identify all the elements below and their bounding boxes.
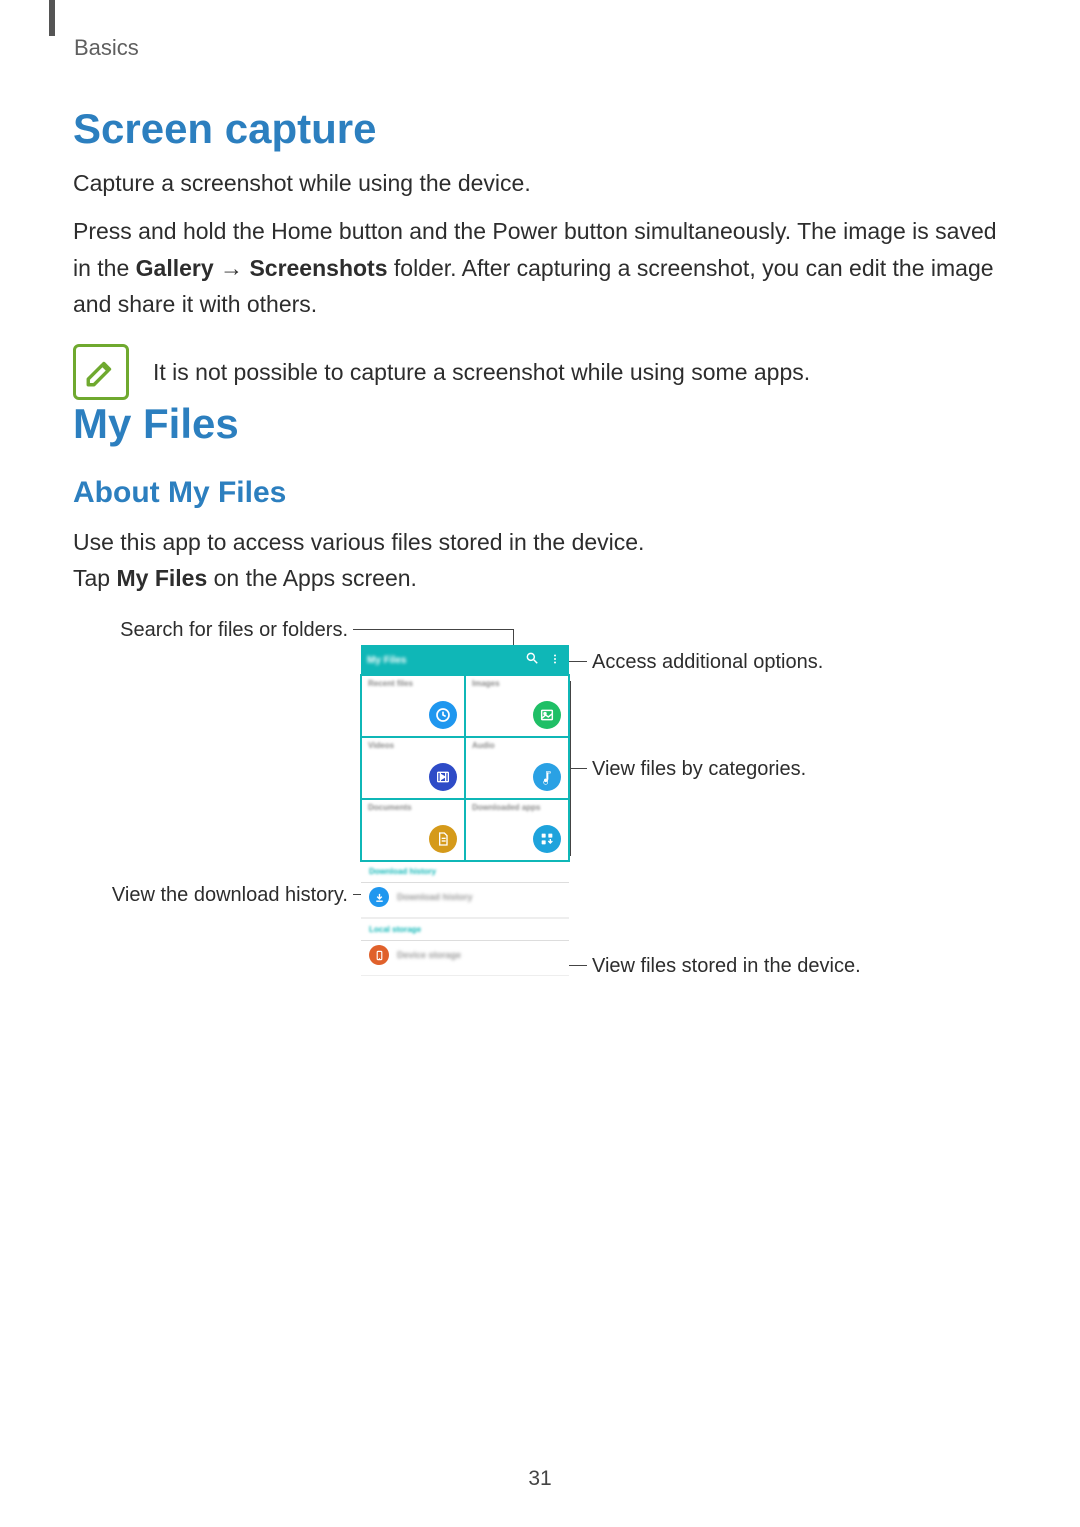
category-recent-files[interactable]: Recent files [361, 675, 465, 737]
device-storage-row[interactable]: Device storage [361, 941, 569, 976]
heading-my-files: My Files [73, 400, 1003, 448]
page-number: 31 [0, 1467, 1080, 1491]
phone-mock: My Files Recent files Images [361, 645, 569, 1060]
search-icon[interactable] [525, 651, 539, 665]
category-label: Documents [368, 804, 458, 813]
subheading-about-my-files: About My Files [73, 476, 1003, 510]
diagram-my-files: Search for files or folders. View the do… [73, 615, 1003, 1065]
download-history-row[interactable]: Download history [361, 883, 569, 918]
download-icon [369, 887, 389, 907]
callout-device-files: View files stored in the device. [592, 955, 861, 978]
phone-blank-area [361, 976, 569, 1026]
category-label: Audio [472, 742, 562, 751]
download-history-section: Download history [361, 861, 569, 883]
phone-titlebar: My Files [361, 645, 569, 675]
text: on the Apps screen. [207, 565, 417, 591]
section-my-files: My Files About My Files Use this app to … [73, 400, 1003, 597]
category-grid: Recent files Images Videos [361, 675, 569, 861]
leader-line [353, 629, 513, 630]
music-note-icon [533, 763, 561, 791]
section-label: Download history [369, 867, 561, 876]
category-videos[interactable]: Videos [361, 737, 465, 799]
category-downloaded-apps[interactable]: Downloaded apps [465, 799, 569, 861]
note-icon [73, 344, 129, 400]
category-label: Downloaded apps [472, 804, 562, 813]
text: → [214, 255, 250, 281]
section-tab-marker [49, 0, 55, 36]
my-files-line2: Tap My Files on the Apps screen. [73, 560, 1003, 596]
category-label: Recent files [368, 680, 458, 689]
device-icon [369, 945, 389, 965]
callout-categories: View files by categories. [592, 758, 806, 781]
text: Tap [73, 565, 116, 591]
note-row: It is not possible to capture a screensh… [73, 344, 1003, 400]
apps-download-icon [533, 825, 561, 853]
section-label: Local storage [369, 925, 561, 934]
document-icon [429, 825, 457, 853]
film-icon [429, 763, 457, 791]
note-text: It is not possible to capture a screensh… [153, 354, 810, 390]
leader-line [571, 768, 587, 769]
my-files-line1: Use this app to access various files sto… [73, 524, 1003, 560]
local-storage-section: Local storage [361, 918, 569, 941]
phone-title: My Files [367, 655, 406, 666]
leader-line [570, 681, 571, 855]
breadcrumb: Basics [74, 35, 139, 61]
category-documents[interactable]: Documents [361, 799, 465, 861]
section-screen-capture: Screen capture Capture a screenshot whil… [73, 105, 1003, 400]
screen-capture-intro: Capture a screenshot while using the dev… [73, 165, 1003, 201]
clock-icon [429, 701, 457, 729]
gallery-bold: Gallery [136, 255, 214, 281]
callout-download-history: View the download history. [48, 884, 348, 907]
screenshots-bold: Screenshots [249, 255, 387, 281]
heading-screen-capture: Screen capture [73, 105, 1003, 153]
category-label: Images [472, 680, 562, 689]
more-options-icon[interactable] [549, 651, 561, 667]
row-text: Download history [397, 892, 473, 902]
my-files-bold: My Files [116, 565, 207, 591]
row-text: Device storage [397, 950, 461, 960]
category-label: Videos [368, 742, 458, 751]
category-images[interactable]: Images [465, 675, 569, 737]
page: Basics Screen capture Capture a screensh… [0, 0, 1080, 1527]
category-audio[interactable]: Audio [465, 737, 569, 799]
screen-capture-body: Press and hold the Home button and the P… [73, 213, 1003, 322]
callout-options: Access additional options. [592, 651, 823, 674]
callout-search: Search for files or folders. [48, 619, 348, 642]
image-icon [533, 701, 561, 729]
